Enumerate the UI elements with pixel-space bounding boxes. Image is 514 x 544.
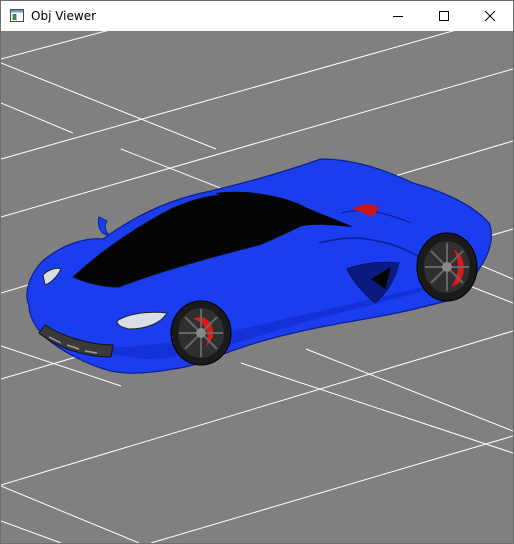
close-icon (484, 10, 496, 22)
minimize-button[interactable] (375, 1, 421, 31)
title-bar[interactable]: Obj Viewer (1, 1, 513, 31)
car-front-wheel (170, 300, 232, 366)
car-rear-wing (97, 216, 111, 236)
app-window-icon (10, 9, 24, 22)
minimize-icon (393, 16, 403, 17)
car-rear-wheel (416, 232, 478, 302)
car-model (26, 158, 492, 374)
maximize-button[interactable] (421, 1, 467, 31)
close-button[interactable] (467, 1, 513, 31)
maximize-icon (439, 11, 449, 21)
app-window: Obj Viewer (0, 0, 514, 544)
window-title: Obj Viewer (31, 9, 97, 23)
3d-viewport[interactable] (1, 31, 513, 543)
